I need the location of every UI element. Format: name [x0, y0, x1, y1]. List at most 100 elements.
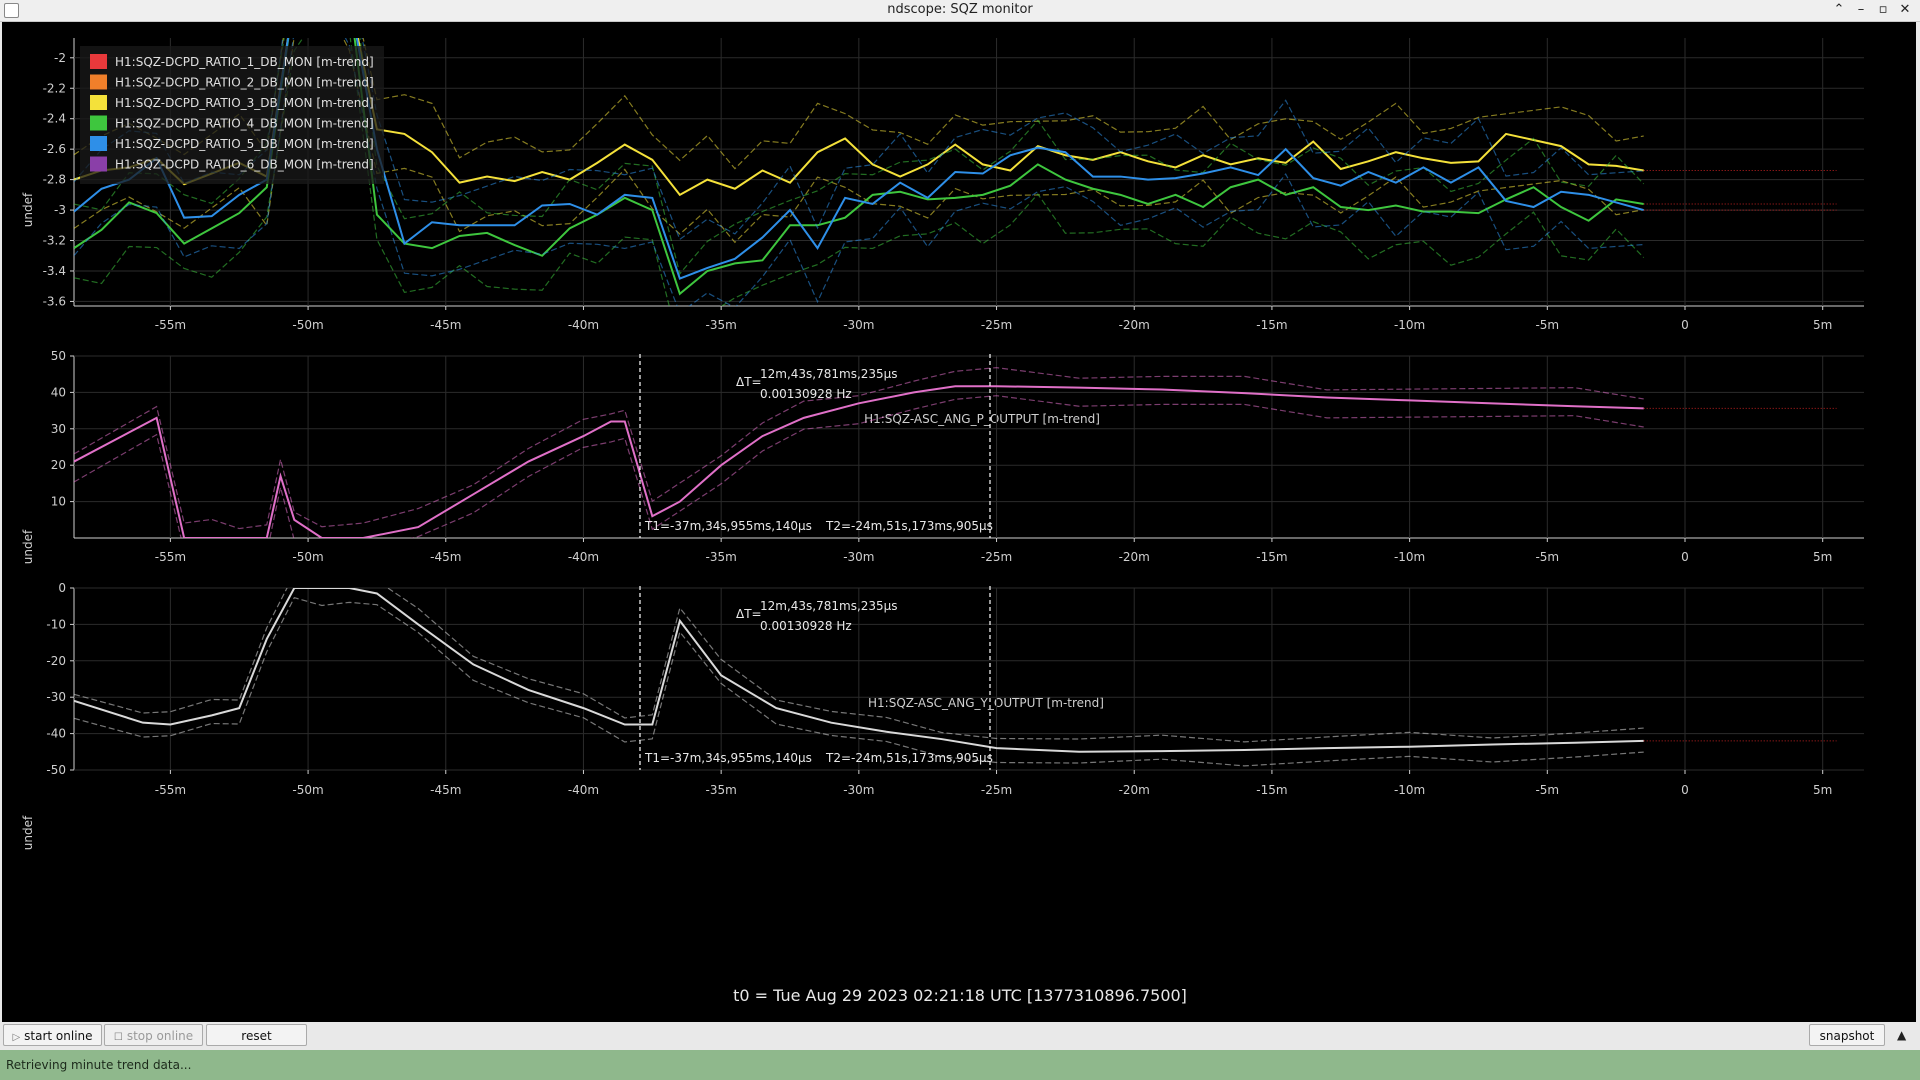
legend-label: H1:SQZ-DCPD_RATIO_1_DB_MON [m-trend] [115, 55, 374, 69]
window-titlebar: ndscope: SQZ monitor ⌃ – ▫ ✕ [0, 0, 1920, 22]
x-tick-label: -25m [981, 550, 1012, 564]
legend-item[interactable]: H1:SQZ-DCPD_RATIO_2_DB_MON [m-trend] [90, 74, 374, 90]
legend-label: H1:SQZ-DCPD_RATIO_3_DB_MON [m-trend] [115, 96, 374, 110]
plot1-legend[interactable]: H1:SQZ-DCPD_RATIO_1_DB_MON [m-trend] H1:S… [80, 46, 384, 184]
x-tick-label: -50m [292, 550, 323, 564]
expand-arrow-icon[interactable]: ▲ [1897, 1028, 1906, 1042]
x-tick-label: -15m [1256, 550, 1287, 564]
start-online-label: start online [24, 1029, 93, 1043]
y-tick-label: -2.6 [43, 142, 66, 156]
x-tick-label: -40m [568, 550, 599, 564]
x-tick-label: 5m [1813, 318, 1832, 332]
maximize-icon[interactable]: ▫ [1874, 1, 1892, 19]
x-tick-label: 0 [1681, 783, 1689, 797]
delta-t-value: 12m,43s,781ms,235μs [760, 367, 898, 381]
x-tick-label: -25m [981, 783, 1012, 797]
legend-item[interactable]: H1:SQZ-DCPD_RATIO_4_DB_MON [m-trend] [90, 115, 374, 131]
y-tick-label: 50 [51, 349, 66, 363]
delta-freq-value: 0.00130928 Hz [760, 387, 852, 401]
y-tick-label: -2.8 [43, 173, 66, 187]
legend-item[interactable]: H1:SQZ-DCPD_RATIO_6_DB_MON [m-trend] [90, 156, 374, 172]
x-tick-label: -55m [155, 783, 186, 797]
legend-swatch [90, 54, 107, 69]
x-tick-label: -55m [155, 550, 186, 564]
t0-label: t0 = Tue Aug 29 2023 02:21:18 UTC [13773… [733, 986, 1187, 1005]
t2-cursor-label: T2=-24m,51s,173ms,905μs [825, 751, 993, 765]
stop-online-label: stop online [126, 1029, 194, 1043]
start-online-button[interactable]: ▷ start online [3, 1024, 102, 1046]
x-tick-label: -5m [1535, 783, 1559, 797]
minimize-icon[interactable]: – [1852, 1, 1870, 19]
x-tick-label: -15m [1256, 318, 1287, 332]
stop-online-button[interactable]: ☐ stop online [104, 1024, 203, 1046]
y-tick-label: -2 [54, 51, 66, 65]
x-tick-label: -30m [843, 783, 874, 797]
window-title: ndscope: SQZ monitor [887, 2, 1033, 17]
x-tick-label: -20m [1119, 318, 1150, 332]
legend-swatch [90, 95, 107, 110]
y-tick-label: 30 [51, 422, 66, 436]
y-tick-label: -3.2 [43, 234, 66, 248]
x-tick-label: 5m [1813, 783, 1832, 797]
y-tick-label: 10 [51, 495, 66, 509]
x-tick-label: -5m [1535, 318, 1559, 332]
t1-cursor-label: T1=-37m,34s,955ms,140μs [644, 751, 812, 765]
y-tick-label: -40 [46, 727, 66, 741]
legend-swatch [90, 156, 107, 172]
y-tick-label: 0 [58, 581, 66, 595]
snapshot-button[interactable]: snapshot [1809, 1024, 1885, 1046]
x-tick-label: -35m [706, 550, 737, 564]
y-tick-label: -2.2 [43, 81, 66, 95]
legend-label: H1:SQZ-DCPD_RATIO_4_DB_MON [m-trend] [115, 117, 374, 131]
y-tick-label: -20 [46, 654, 66, 668]
x-tick-label: -50m [292, 318, 323, 332]
x-tick-label: -45m [430, 783, 461, 797]
delta-t-label: ΔT= [736, 607, 762, 621]
x-tick-label: -55m [155, 318, 186, 332]
close-icon[interactable]: ✕ [1896, 1, 1914, 19]
x-tick-label: -15m [1256, 783, 1287, 797]
x-tick-label: -30m [843, 550, 874, 564]
plot3-y-label: undef [21, 815, 35, 850]
y-tick-label: -30 [46, 690, 66, 704]
status-bar: Retrieving minute trend data... [0, 1050, 1920, 1080]
y-tick-label: -3 [54, 203, 66, 217]
legend-swatch [90, 136, 107, 151]
x-tick-label: -40m [568, 783, 599, 797]
y-tick-label: -2.4 [43, 112, 66, 126]
x-tick-label: -10m [1394, 783, 1425, 797]
scope-canvas[interactable]: -2 -2.2 -2.4 -2.6 -2.8 -3 -3.2 -3.4 -3.6 -55m -50… [2, 22, 1916, 1022]
legend-item[interactable]: H1:SQZ-DCPD_RATIO_1_DB_MON [m-trend] [90, 54, 374, 69]
x-tick-label: -35m [706, 783, 737, 797]
x-tick-label: 0 [1681, 550, 1689, 564]
x-tick-label: -10m [1394, 550, 1425, 564]
x-tick-label: -45m [430, 550, 461, 564]
t2-cursor-label: T2=-24m,51s,173ms,905μs [825, 519, 993, 533]
legend-swatch [90, 74, 107, 90]
x-tick-label: -20m [1119, 550, 1150, 564]
x-tick-label: -20m [1119, 783, 1150, 797]
status-message: Retrieving minute trend data... [6, 1058, 192, 1072]
x-tick-label: -40m [568, 318, 599, 332]
plot2-y-label: undef [21, 529, 35, 564]
x-tick-label: 0 [1681, 318, 1689, 332]
x-tick-label: 5m [1813, 550, 1832, 564]
y-tick-label: -10 [46, 617, 66, 631]
reset-button[interactable]: reset [206, 1024, 307, 1046]
x-tick-label: -25m [981, 318, 1012, 332]
legend-item[interactable]: H1:SQZ-DCPD_RATIO_5_DB_MON [m-trend] [90, 136, 374, 151]
legend-label: H1:SQZ-DCPD_RATIO_5_DB_MON [m-trend] [115, 137, 374, 151]
y-tick-label: 40 [51, 385, 66, 399]
x-tick-label: -30m [843, 318, 874, 332]
legend-label: H1:SQZ-DCPD_RATIO_2_DB_MON [m-trend] [115, 76, 374, 90]
plot2-title: H1:SQZ-ASC_ANG_P_OUTPUT [m-trend] [864, 412, 1100, 426]
keep-above-icon[interactable]: ⌃ [1830, 1, 1848, 19]
x-tick-label: -50m [292, 783, 323, 797]
legend-swatch [90, 115, 107, 131]
y-tick-label: -50 [46, 763, 66, 777]
plot3-title: H1:SQZ-ASC_ANG_Y_OUTPUT [m-trend] [868, 696, 1104, 710]
legend-item[interactable]: H1:SQZ-DCPD_RATIO_3_DB_MON [m-trend] [90, 95, 374, 110]
snapshot-label: snapshot [1819, 1029, 1875, 1043]
delta-t-value: 12m,43s,781ms,235μs [760, 599, 898, 613]
delta-freq-value: 0.00130928 Hz [760, 619, 852, 633]
